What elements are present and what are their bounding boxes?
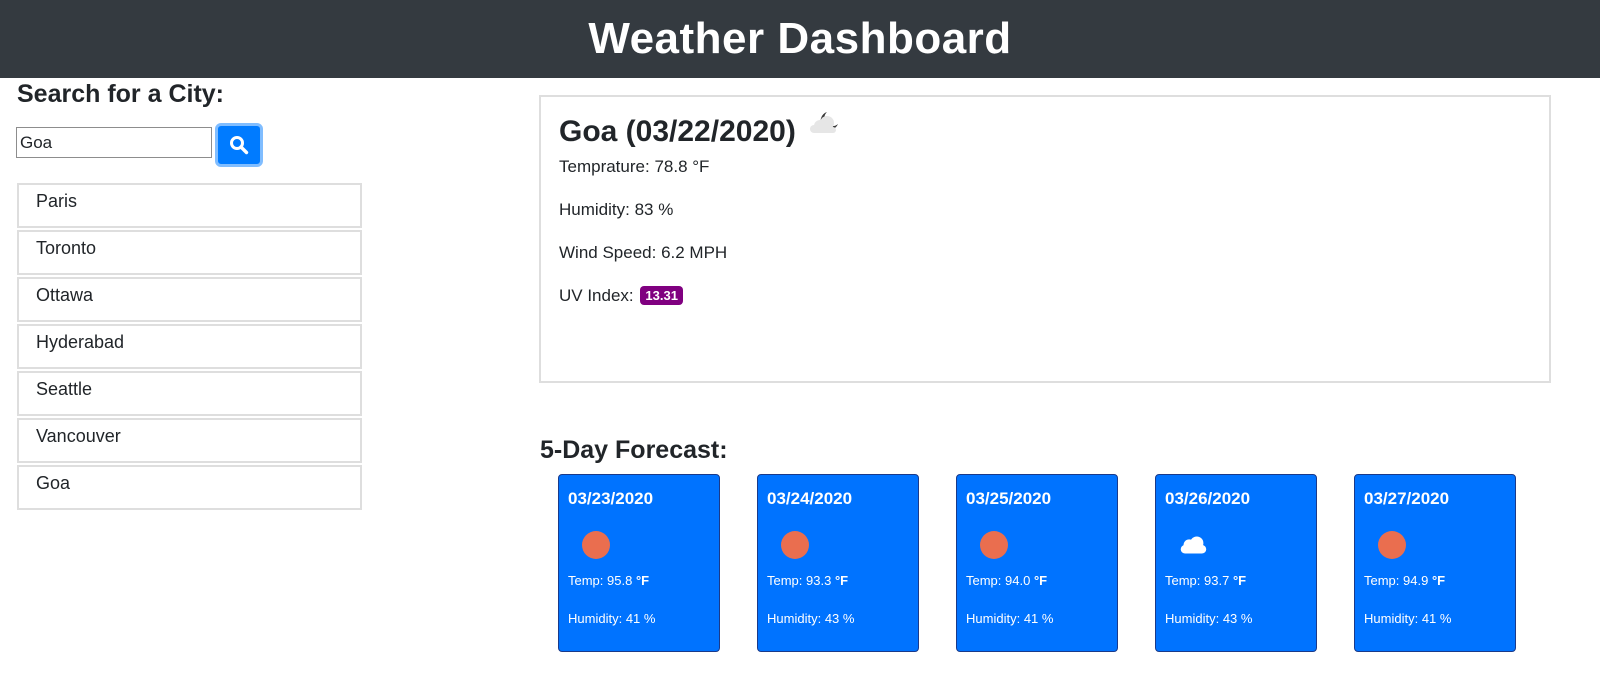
city-item-vancouver[interactable]: Vancouver [17, 418, 362, 463]
search-icon [229, 135, 249, 155]
city-item-toronto[interactable]: Toronto [17, 230, 362, 275]
sun-icon [977, 528, 1011, 562]
city-item-hyderabad[interactable]: Hyderabad [17, 324, 362, 369]
cloud-icon [1176, 528, 1210, 562]
forecast-temp: Temp: 94.9 °F [1364, 573, 1446, 588]
forecast-card: 03/25/2020 Temp: 94.0 °F Humidity: 41 % [956, 474, 1118, 652]
forecast-date: 03/23/2020 [568, 489, 654, 508]
forecast-temp: Temp: 93.7 °F [1165, 573, 1247, 588]
page-header: Weather Dashboard [0, 0, 1600, 78]
forecast-humidity: Humidity: 41 % [568, 611, 656, 626]
partly-cloudy-night-icon [804, 108, 844, 146]
forecast-row: 03/23/2020 Temp: 95.8 °F Humidity: 41 % … [558, 474, 1518, 652]
forecast-temp: Temp: 95.8 °F [568, 573, 650, 588]
city-search-input[interactable] [16, 127, 212, 158]
forecast-card: 03/24/2020 Temp: 93.3 °F Humidity: 43 % [757, 474, 919, 652]
forecast-date: 03/26/2020 [1165, 489, 1251, 508]
search-button[interactable] [215, 123, 263, 167]
forecast-date: 03/24/2020 [767, 489, 853, 508]
current-weather-title: Goa (03/22/2020) [559, 112, 1531, 149]
forecast-heading: 5-Day Forecast: [540, 436, 728, 464]
forecast-date: 03/27/2020 [1364, 489, 1450, 508]
forecast-humidity: Humidity: 43 % [767, 611, 855, 626]
current-weather-card: Goa (03/22/2020) Temprature: 78.8 °F Hum… [539, 95, 1551, 383]
page-title: Weather Dashboard [588, 14, 1012, 63]
city-item-seattle[interactable]: Seattle [17, 371, 362, 416]
search-heading: Search for a City: [17, 80, 225, 108]
current-humidity: Humidity: 83 % [559, 200, 674, 219]
city-item-goa[interactable]: Goa [17, 465, 362, 510]
city-item-paris[interactable]: Paris [17, 183, 362, 228]
current-wind-speed: Wind Speed: 6.2 MPH [559, 243, 728, 262]
forecast-card: 03/23/2020 Temp: 95.8 °F Humidity: 41 % [558, 474, 720, 652]
sun-icon [778, 528, 812, 562]
forecast-humidity: Humidity: 41 % [1364, 611, 1452, 626]
forecast-humidity: Humidity: 43 % [1165, 611, 1253, 626]
sun-icon [1375, 528, 1409, 562]
uv-index-badge: 13.31 [640, 286, 683, 305]
city-item-ottawa[interactable]: Ottawa [17, 277, 362, 322]
sun-icon [579, 528, 613, 562]
forecast-humidity: Humidity: 41 % [966, 611, 1054, 626]
forecast-temp: Temp: 94.0 °F [966, 573, 1048, 588]
forecast-temp: Temp: 93.3 °F [767, 573, 849, 588]
forecast-date: 03/25/2020 [966, 489, 1052, 508]
forecast-card: 03/27/2020 Temp: 94.9 °F Humidity: 41 % [1354, 474, 1516, 652]
current-uv-index: UV Index: 13.31 [559, 286, 1531, 306]
forecast-card: 03/26/2020 Temp: 93.7 °F Humidity: 43 % [1155, 474, 1317, 652]
current-city-date: Goa (03/22/2020) [559, 115, 796, 148]
current-temperature: Temprature: 78.8 °F [559, 157, 710, 176]
search-history-list: Paris Toronto Ottawa Hyderabad Seattle V… [17, 183, 362, 512]
